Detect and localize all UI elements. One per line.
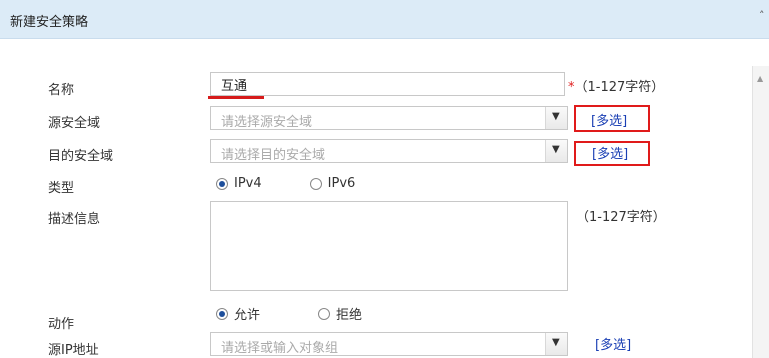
dialog-header: 新建安全策略 ˄ xyxy=(0,0,769,39)
source-ip-label: 源IP地址 xyxy=(48,343,99,358)
source-ip-select[interactable]: 请选择或输入对象组 ▼ xyxy=(210,332,568,356)
chevron-down-icon[interactable]: ▼ xyxy=(545,107,567,129)
type-option-label: IPv6 xyxy=(327,176,356,191)
chevron-down-icon[interactable]: ▼ xyxy=(545,140,567,162)
source-zone-select[interactable]: 请选择源安全域 ▼ xyxy=(210,106,568,130)
dest-zone-multi-link[interactable]: [多选] xyxy=(592,143,628,162)
dest-zone-placeholder: 请选择目的安全域 xyxy=(221,148,326,163)
action-option-allow[interactable]: 允许 xyxy=(216,304,260,323)
collapse-icon[interactable]: ˄ xyxy=(759,9,765,22)
name-annotation-underline xyxy=(208,96,264,99)
type-option-ipv4[interactable]: IPv4 xyxy=(216,176,262,191)
radio-unchecked-icon[interactable] xyxy=(309,177,322,190)
type-radio-group: IPv4 IPv6 xyxy=(216,176,403,191)
source-zone-label: 源安全域 xyxy=(48,116,101,131)
type-option-ipv6[interactable]: IPv6 xyxy=(309,176,356,191)
action-option-label: 允许 xyxy=(234,308,261,323)
action-radio-group: 允许 拒绝 xyxy=(216,304,410,323)
name-hint: *（1-127字符） xyxy=(568,76,664,95)
name-input[interactable] xyxy=(210,72,565,96)
name-hint-text: （1-127字符） xyxy=(574,80,665,95)
type-option-label: IPv4 xyxy=(234,176,262,191)
source-zone-multi-link[interactable]: [多选] xyxy=(591,110,627,129)
radio-unchecked-icon[interactable] xyxy=(318,307,331,320)
name-label: 名称 xyxy=(48,83,75,98)
type-label: 类型 xyxy=(48,181,75,196)
source-zone-placeholder: 请选择源安全域 xyxy=(221,115,313,130)
description-hint: （1-127字符） xyxy=(576,210,666,225)
description-label: 描述信息 xyxy=(48,212,101,227)
dialog-title: 新建安全策略 xyxy=(10,15,89,30)
dest-zone-select[interactable]: 请选择目的安全域 ▼ xyxy=(210,139,568,163)
action-option-deny[interactable]: 拒绝 xyxy=(318,304,362,323)
action-option-label: 拒绝 xyxy=(336,308,363,323)
dest-zone-label: 目的安全域 xyxy=(48,149,114,164)
vertical-scrollbar[interactable]: ▲ xyxy=(752,66,769,358)
source-ip-multi-link[interactable]: [多选] xyxy=(595,334,631,353)
radio-checked-icon[interactable] xyxy=(216,177,228,190)
action-label: 动作 xyxy=(48,317,75,332)
source-ip-placeholder: 请选择或输入对象组 xyxy=(221,341,339,356)
chevron-down-icon[interactable]: ▼ xyxy=(545,333,567,355)
radio-checked-icon[interactable] xyxy=(216,307,228,320)
description-textarea[interactable] xyxy=(210,201,568,291)
scroll-up-icon[interactable]: ▲ xyxy=(757,74,763,83)
